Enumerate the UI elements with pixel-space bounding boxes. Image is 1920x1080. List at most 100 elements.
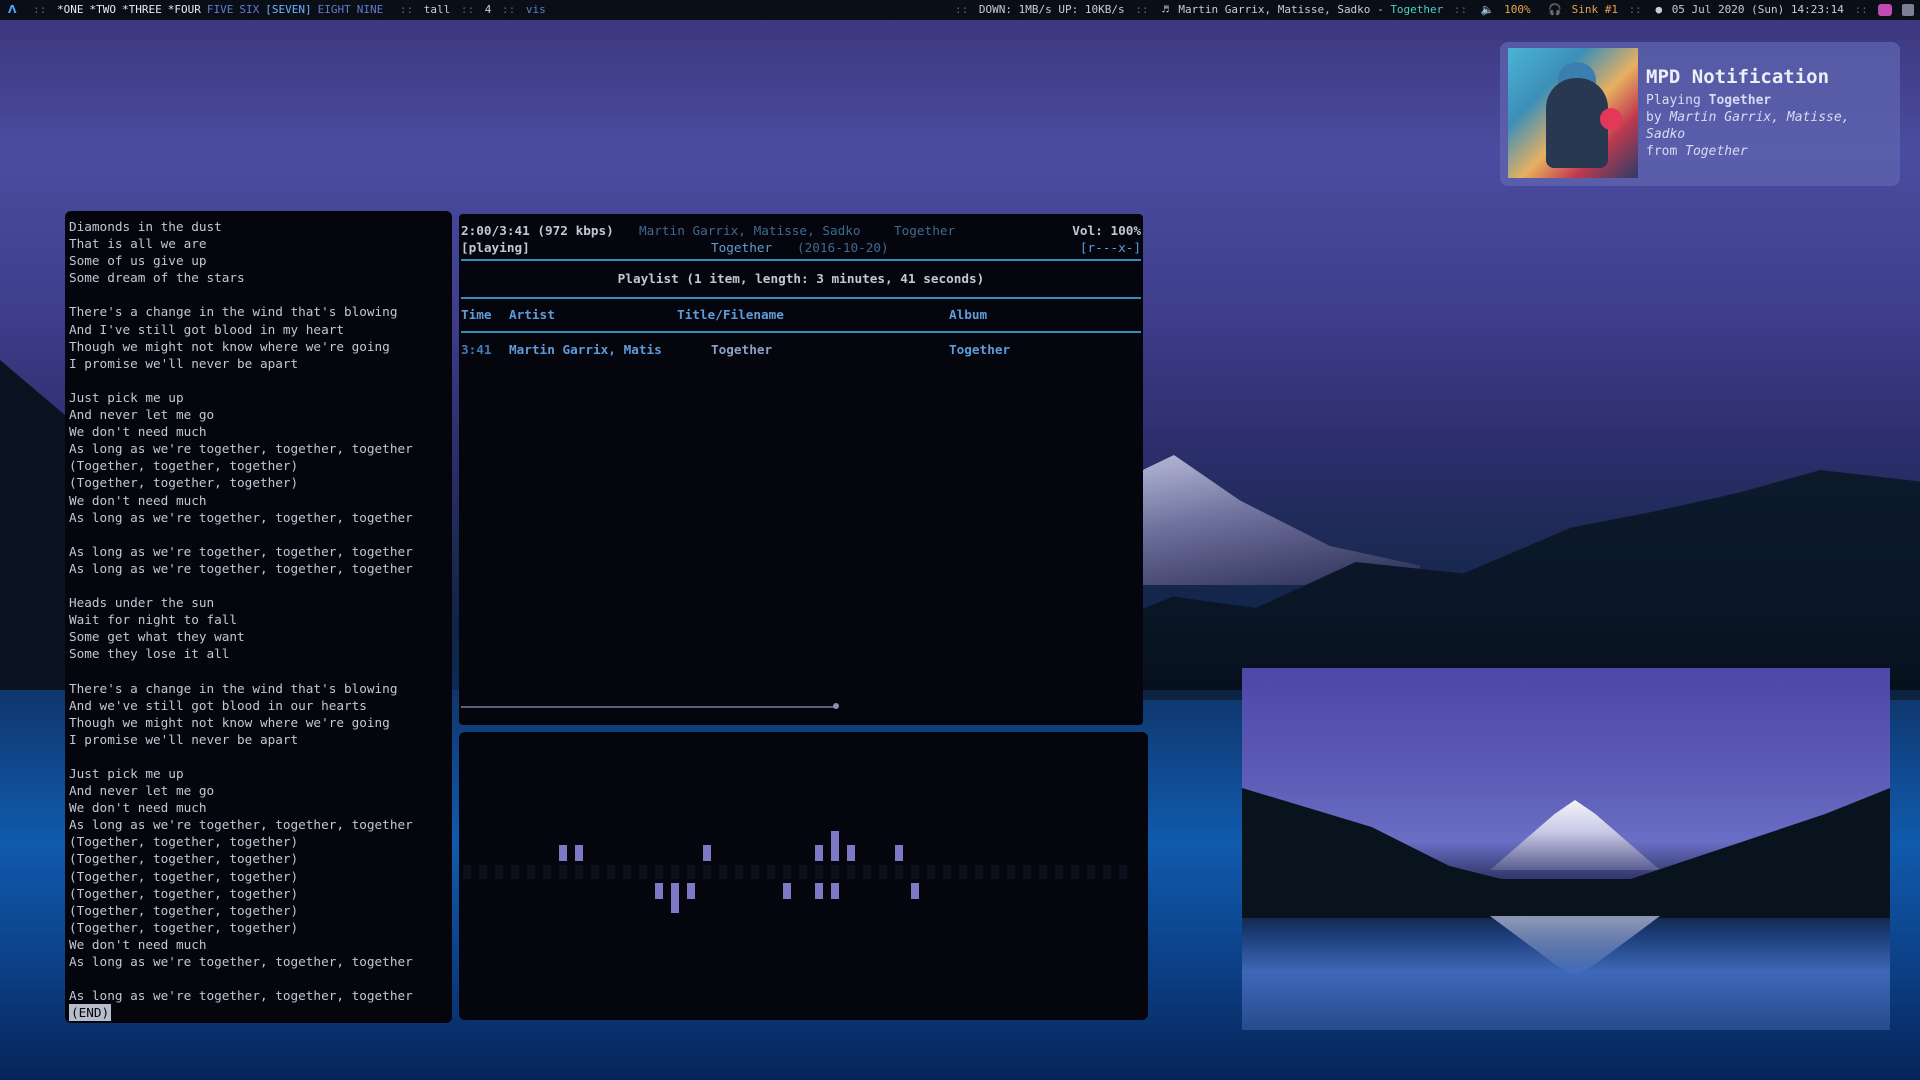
notification-by-line: by Martin Garrix, Matisse,	[1646, 109, 1894, 126]
separator: ::	[33, 3, 47, 16]
playlist-row[interactable]: 3:41 Martin Garrix, Matis Together Together	[461, 341, 1141, 358]
now-playing-artist[interactable]: Martin Garrix, Matisse, Sadko	[1178, 3, 1370, 16]
lyric-line: (Together, together, together)	[69, 834, 299, 850]
notification-by-line-2: Sadko	[1646, 126, 1894, 143]
visualizer-baseline-cell	[511, 865, 519, 879]
visualizer-baseline-cell	[831, 865, 839, 879]
now-playing-title[interactable]: Together	[1390, 3, 1443, 16]
workspace-5[interactable]: FIVE	[207, 3, 234, 16]
visualizer-baseline-cell	[1103, 865, 1111, 879]
visualizer-baseline-cell	[463, 865, 471, 879]
audio-visualizer	[459, 732, 1148, 1020]
window-title: vis	[525, 3, 546, 16]
lyric-line	[69, 662, 448, 679]
workspace-list: *ONE *TWO *THREE *FOUR FIVE SIX [SEVEN] EIGHT NI…	[57, 3, 389, 16]
workspace-9[interactable]: NINE	[357, 3, 384, 16]
lyric-line: Diamonds in the dust	[69, 219, 222, 234]
status-bar: Λ :: *ONE *TWO *THREE *FOUR FIVE SIX [SEVEN] EI…	[0, 0, 1920, 20]
workspace-1[interactable]: *ONE	[57, 3, 84, 16]
visualizer-baseline-cell	[911, 865, 919, 879]
visualizer-baseline-cell	[847, 865, 855, 879]
playing-prefix: Playing	[1646, 93, 1701, 108]
lyrics-terminal[interactable]: Diamonds in the dust That is all we are So…	[65, 211, 452, 1023]
tray-app-icon[interactable]	[1878, 4, 1893, 16]
visualizer-baseline-cell	[607, 865, 615, 879]
lyric-line: There's a change in the wind that's blow…	[69, 680, 398, 696]
ncmpcpp-window[interactable]: 2:00/3:41 (972 kbps) Martin Garrix, Mati…	[459, 214, 1143, 725]
progress-bar[interactable]	[461, 706, 836, 708]
playlist-divider	[461, 297, 1141, 299]
workspace-6[interactable]: SIX	[239, 3, 259, 16]
column-artist[interactable]: Artist	[509, 302, 555, 328]
lyric-line: And never let me go	[69, 407, 215, 423]
visualizer-baseline-cell	[655, 865, 663, 879]
visualizer-baseline-cell	[671, 865, 679, 879]
column-album[interactable]: Album	[949, 302, 987, 328]
lyrics-text: Diamonds in the dust That is all we are So…	[69, 218, 448, 1004]
lyric-line: We don't need much	[69, 492, 207, 508]
image-viewer[interactable]	[1242, 668, 1890, 1030]
header-divider	[461, 259, 1141, 261]
visualizer-bar-down	[655, 883, 663, 899]
lyric-line: Though we might not know where we're goi…	[69, 338, 390, 354]
lyric-line: There's a change in the wind that's blow…	[69, 304, 398, 320]
visualizer-baseline-cell	[703, 865, 711, 879]
lyric-line: That is all we are	[69, 236, 207, 252]
from-prefix: from	[1646, 144, 1678, 159]
workspace-7[interactable]: [SEVEN]	[265, 3, 311, 16]
workspace-8[interactable]: EIGHT	[318, 3, 351, 16]
workspace-4[interactable]: *FOUR	[168, 3, 201, 16]
visualizer-baseline-cell	[991, 865, 999, 879]
audio-sink[interactable]: Sink #1	[1572, 3, 1618, 16]
visualizer-baseline-cell	[943, 865, 951, 879]
visualizer-baseline-cell	[959, 865, 967, 879]
tray-network-icon[interactable]	[1902, 4, 1914, 16]
workspace-3[interactable]: *THREE	[122, 3, 162, 16]
separator: ::	[460, 3, 475, 16]
lyric-line: And we've still got blood in our hearts	[69, 697, 367, 713]
visualizer-baseline-cell	[1023, 865, 1031, 879]
notification-artist-1: Martin Garrix, Matisse,	[1669, 110, 1850, 125]
notification-text: MPD Notification Playing Together by Mar…	[1646, 66, 1894, 160]
headphones-icon: 🎧	[1548, 3, 1562, 16]
lyric-line: I promise we'll never be apart	[69, 355, 299, 371]
visualizer-baseline-cell	[1055, 865, 1063, 879]
header-date: (2016-10-20)	[797, 240, 889, 255]
notification-album: Together	[1685, 144, 1748, 159]
visualizer-bar-up	[703, 845, 711, 861]
visualizer-baseline-cell	[687, 865, 695, 879]
lyric-line	[69, 286, 448, 303]
separator: ::	[1135, 3, 1149, 16]
visualizer-baseline-cell	[719, 865, 727, 879]
lyric-line: (Together, together, together)	[69, 885, 299, 901]
notification-playing-line: Playing Together	[1646, 92, 1894, 109]
music-note-icon: ♬	[1162, 3, 1169, 16]
separator: ::	[399, 3, 414, 16]
lyric-line: As long as we're together, together, tog…	[69, 509, 413, 525]
window-count: 4	[484, 3, 492, 16]
date-time: 05 Jul 2020 (Sun) 14:23:14	[1671, 3, 1844, 16]
separator: ::	[502, 3, 516, 16]
volume-level[interactable]: 100%	[1504, 3, 1531, 16]
column-title[interactable]: Title/Filename	[677, 302, 784, 328]
lyric-line	[69, 970, 448, 987]
column-headers: Time Artist Title/Filename Album	[461, 302, 1141, 328]
layout-name[interactable]: tall	[424, 3, 451, 16]
playback-flags: [r---x-]	[1079, 240, 1141, 255]
visualizer-bar-down	[783, 883, 791, 899]
lyric-line: (Together, together, together)	[69, 919, 299, 935]
header-artist: Martin Garrix, Matisse, Sadko	[639, 223, 861, 238]
progress-knob[interactable]	[833, 703, 839, 709]
column-time[interactable]: Time	[461, 302, 492, 328]
row-time: 3:41	[461, 342, 492, 357]
workspace-2[interactable]: *TWO	[90, 3, 117, 16]
lyric-line: Some they lose it all	[69, 646, 230, 662]
lyric-line: We don't need much	[69, 424, 207, 440]
lyric-line: As long as we're together, together, tog…	[69, 988, 413, 1004]
album-art-flower	[1600, 108, 1622, 130]
mpd-notification[interactable]: MPD Notification Playing Together by Mar…	[1500, 42, 1900, 186]
lyric-line: As long as we're together, together, tog…	[69, 817, 413, 833]
arch-logo-icon[interactable]: Λ	[8, 3, 17, 16]
mpd-volume[interactable]: Vol: 100%	[1072, 222, 1141, 239]
visualizer-baseline-cell	[1087, 865, 1095, 879]
